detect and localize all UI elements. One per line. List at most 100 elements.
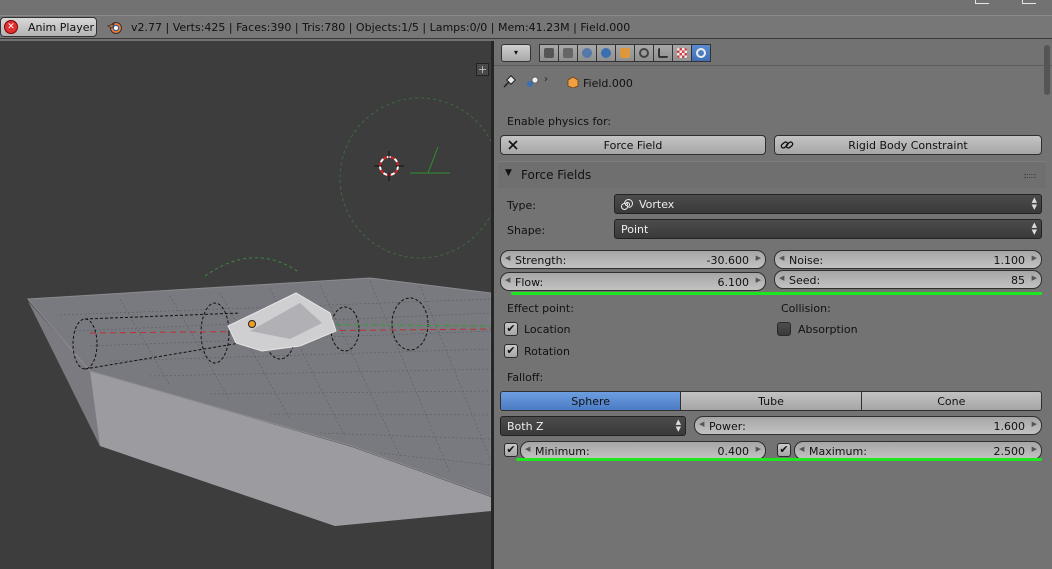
breadcrumb-object-name: Field.000 xyxy=(583,77,633,90)
tab-render[interactable] xyxy=(539,44,559,62)
rotation-label: Rotation xyxy=(524,345,571,358)
axis-widget xyxy=(410,146,450,174)
vortex-swirl xyxy=(204,257,301,277)
close-icon[interactable]: ✕ xyxy=(4,20,18,34)
tab-physics[interactable] xyxy=(691,44,711,62)
shape-label: Shape: xyxy=(507,224,546,237)
anim-player-button[interactable]: ✕ Anim Player xyxy=(0,17,97,37)
falloff-type-selector: Sphere Tube Cone xyxy=(500,391,1042,411)
force-field-label: Force Field xyxy=(603,138,663,152)
tab-constraints[interactable] xyxy=(634,44,654,62)
editor-type-menu[interactable]: ▾ xyxy=(501,44,531,62)
power-value: 1.600 xyxy=(993,420,1026,433)
decrement-arrow-icon[interactable]: ◀ xyxy=(505,254,510,262)
tab-texture[interactable] xyxy=(672,44,692,62)
increment-arrow-icon[interactable]: ▶ xyxy=(1032,420,1037,428)
tab-object[interactable] xyxy=(615,44,635,62)
object-origin xyxy=(248,320,256,328)
maximum-label: Maximum: xyxy=(809,445,867,458)
force-field-button[interactable]: Force Field xyxy=(500,135,766,155)
noise-field[interactable]: ◀ Noise: 1.100 ▶ xyxy=(774,250,1042,269)
falloff-axis-value: Both Z xyxy=(507,419,544,433)
falloff-tube-tab[interactable]: Tube xyxy=(681,392,862,410)
tab-render-layers[interactable] xyxy=(558,44,578,62)
force-fields-panel-header[interactable]: ▼ Force Fields xyxy=(498,161,1046,188)
seed-label: Seed: xyxy=(789,274,821,287)
flow-value: 6.100 xyxy=(717,276,750,289)
3d-viewport[interactable]: + xyxy=(0,41,491,569)
increment-arrow-icon[interactable]: ▶ xyxy=(756,254,761,262)
location-label: Location xyxy=(524,323,571,336)
camera-icon xyxy=(544,48,554,58)
collapse-arrow-icon[interactable]: ▼ xyxy=(505,168,512,178)
power-field[interactable]: ◀ Power: 1.600 ▶ xyxy=(694,416,1042,435)
window-frame-fragment xyxy=(1022,0,1036,4)
world-icon xyxy=(601,48,611,58)
physics-icon xyxy=(696,48,706,58)
minimum-value: 0.400 xyxy=(717,445,750,458)
tab-scene[interactable] xyxy=(577,44,597,62)
anim-player-label: Anim Player xyxy=(28,20,94,34)
shape-value: Point xyxy=(621,222,649,236)
absorption-checkbox[interactable] xyxy=(777,322,791,336)
chain-icon xyxy=(639,48,649,58)
breadcrumb: › Field.000 xyxy=(494,73,1034,95)
scene-stats: v2.77 | Verts:425 | Faces:390 | Tris:780… xyxy=(131,21,631,34)
increment-arrow-icon[interactable]: ▶ xyxy=(756,276,761,284)
minimum-label: Minimum: xyxy=(535,445,590,458)
location-checkbox[interactable]: ✔ xyxy=(504,322,518,336)
effect-point-label: Effect point: xyxy=(507,302,574,315)
decrement-arrow-icon[interactable]: ◀ xyxy=(505,276,510,284)
drag-grip-icon[interactable] xyxy=(1024,174,1036,178)
increment-arrow-icon[interactable]: ▶ xyxy=(1032,254,1037,262)
rotation-checkbox[interactable]: ✔ xyxy=(504,344,518,358)
minimum-checkbox[interactable]: ✔ xyxy=(504,443,518,457)
properties-scrollbar[interactable] xyxy=(1044,45,1050,95)
falloff-sphere-tab[interactable]: Sphere xyxy=(501,392,682,410)
tab-world[interactable] xyxy=(596,44,616,62)
falloff-axis-dropdown[interactable]: Both Z ▲ ▼ xyxy=(500,416,686,436)
field-gizmo-circle xyxy=(339,97,491,259)
strength-field[interactable]: ◀ Strength: -30.600 ▶ xyxy=(500,250,766,269)
type-label: Type: xyxy=(507,199,536,212)
wrench-icon xyxy=(658,48,668,58)
collision-label: Collision: xyxy=(781,302,831,315)
increment-arrow-icon[interactable]: ▶ xyxy=(1032,274,1037,282)
decrement-arrow-icon[interactable]: ◀ xyxy=(699,420,704,428)
increment-arrow-icon[interactable]: ▶ xyxy=(1032,445,1037,453)
panel-title: Force Fields xyxy=(521,168,592,182)
editor-type-icon: ▾ xyxy=(513,48,518,57)
type-dropdown[interactable]: Vortex ▲ ▼ xyxy=(614,194,1042,214)
flow-label: Flow: xyxy=(515,276,544,289)
maximum-checkbox[interactable]: ✔ xyxy=(777,443,791,457)
annotation-underline xyxy=(516,458,1042,461)
strength-label: Strength: xyxy=(515,254,567,267)
blender-logo-icon xyxy=(107,22,122,34)
decrement-arrow-icon[interactable]: ◀ xyxy=(799,445,804,453)
absorption-label: Absorption xyxy=(798,323,858,336)
decrement-arrow-icon[interactable]: ◀ xyxy=(525,445,530,453)
annotation-underline xyxy=(511,292,1042,295)
layers-icon xyxy=(563,48,573,58)
3d-cursor-icon[interactable] xyxy=(374,151,404,181)
strength-value: -30.600 xyxy=(706,254,749,267)
falloff-cone-tab[interactable]: Cone xyxy=(861,392,1041,410)
increment-arrow-icon[interactable]: ▶ xyxy=(756,445,761,453)
seed-field[interactable]: ◀ Seed: 85 ▶ xyxy=(774,270,1042,289)
seed-value: 85 xyxy=(1011,274,1025,287)
pin-icon[interactable] xyxy=(502,75,516,89)
chain-icon xyxy=(780,141,794,149)
viewport-toolshelf-toggle[interactable]: + xyxy=(476,63,489,76)
type-value: Vortex xyxy=(639,197,675,211)
window-frame-fragment xyxy=(975,0,989,4)
shape-dropdown[interactable]: Point ▲ ▼ xyxy=(614,219,1042,239)
viewport-scene[interactable] xyxy=(0,41,491,569)
properties-header: ▾ xyxy=(494,41,1052,95)
updown-arrow-icon: ▲ ▼ xyxy=(675,418,681,433)
decrement-arrow-icon[interactable]: ◀ xyxy=(779,254,784,262)
rigid-body-constraint-button[interactable]: Rigid Body Constraint xyxy=(774,135,1042,155)
context-tabs xyxy=(539,44,711,62)
decrement-arrow-icon[interactable]: ◀ xyxy=(779,274,784,282)
flow-field[interactable]: ◀ Flow: 6.100 ▶ xyxy=(500,272,766,291)
tab-modifiers[interactable] xyxy=(653,44,673,62)
